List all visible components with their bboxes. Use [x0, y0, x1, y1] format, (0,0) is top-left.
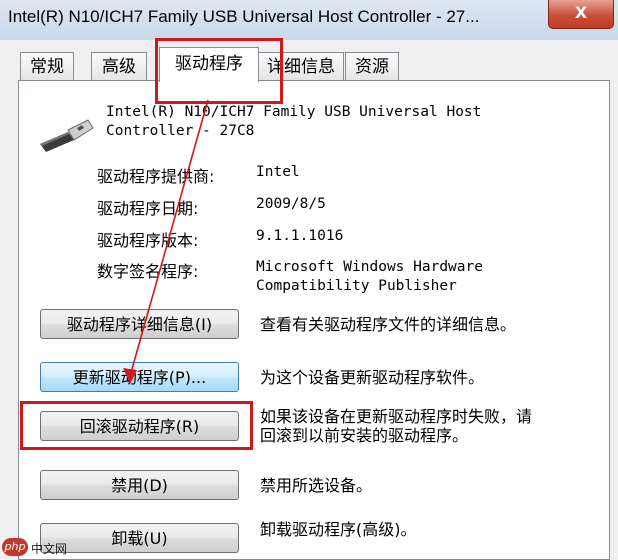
rollback-driver-description: 如果该设备在更新驱动程序时失败，请 回滚到以前安装的驱动程序。 — [260, 407, 533, 445]
provider-label: 驱动程序提供商: — [97, 167, 215, 186]
tab-annotation-box — [155, 38, 283, 104]
signer-value: Microsoft Windows Hardware Compatibility… — [256, 259, 483, 294]
device-name: Intel(R) N10/ICH7 Family USB Universal H… — [106, 104, 482, 139]
disable-device-button[interactable]: 禁用(D) — [40, 470, 239, 500]
rollback-annotation-box — [20, 401, 253, 450]
update-driver-button[interactable]: 更新驱动程序(P)... — [40, 362, 239, 392]
usb-plug-icon — [40, 119, 94, 152]
date-label: 驱动程序日期: — [97, 199, 199, 218]
close-button[interactable]: X — [548, 0, 614, 29]
uninstall-driver-description: 卸载驱动程序(高级)。 — [260, 520, 417, 539]
tab-resources[interactable]: 资源 — [345, 52, 399, 81]
tab-advanced[interactable]: 高级 — [91, 52, 147, 81]
php-watermark: php 中文网 — [0, 537, 86, 558]
watermark-logo: php — [2, 538, 28, 556]
version-label: 驱动程序版本: — [97, 231, 199, 250]
signer-label: 数字签名程序: — [97, 262, 199, 281]
window-title: Intel(R) N10/ICH7 Family USB Universal H… — [8, 7, 480, 26]
tab-general[interactable]: 常规 — [20, 52, 74, 81]
driver-details-description: 查看有关驱动程序文件的详细信息。 — [260, 315, 517, 334]
update-driver-description: 为这个设备更新驱动程序软件。 — [260, 368, 485, 387]
provider-value: Intel — [256, 164, 300, 180]
driver-details-button[interactable]: 驱动程序详细信息(I) — [40, 309, 239, 339]
date-value: 2009/8/5 — [256, 196, 326, 212]
disable-device-description: 禁用所选设备。 — [260, 476, 373, 495]
version-value: 9.1.1.1016 — [256, 228, 344, 244]
title-bar: Intel(R) N10/ICH7 Family USB Universal H… — [0, 0, 618, 40]
watermark-text: 中文网 — [31, 542, 68, 556]
